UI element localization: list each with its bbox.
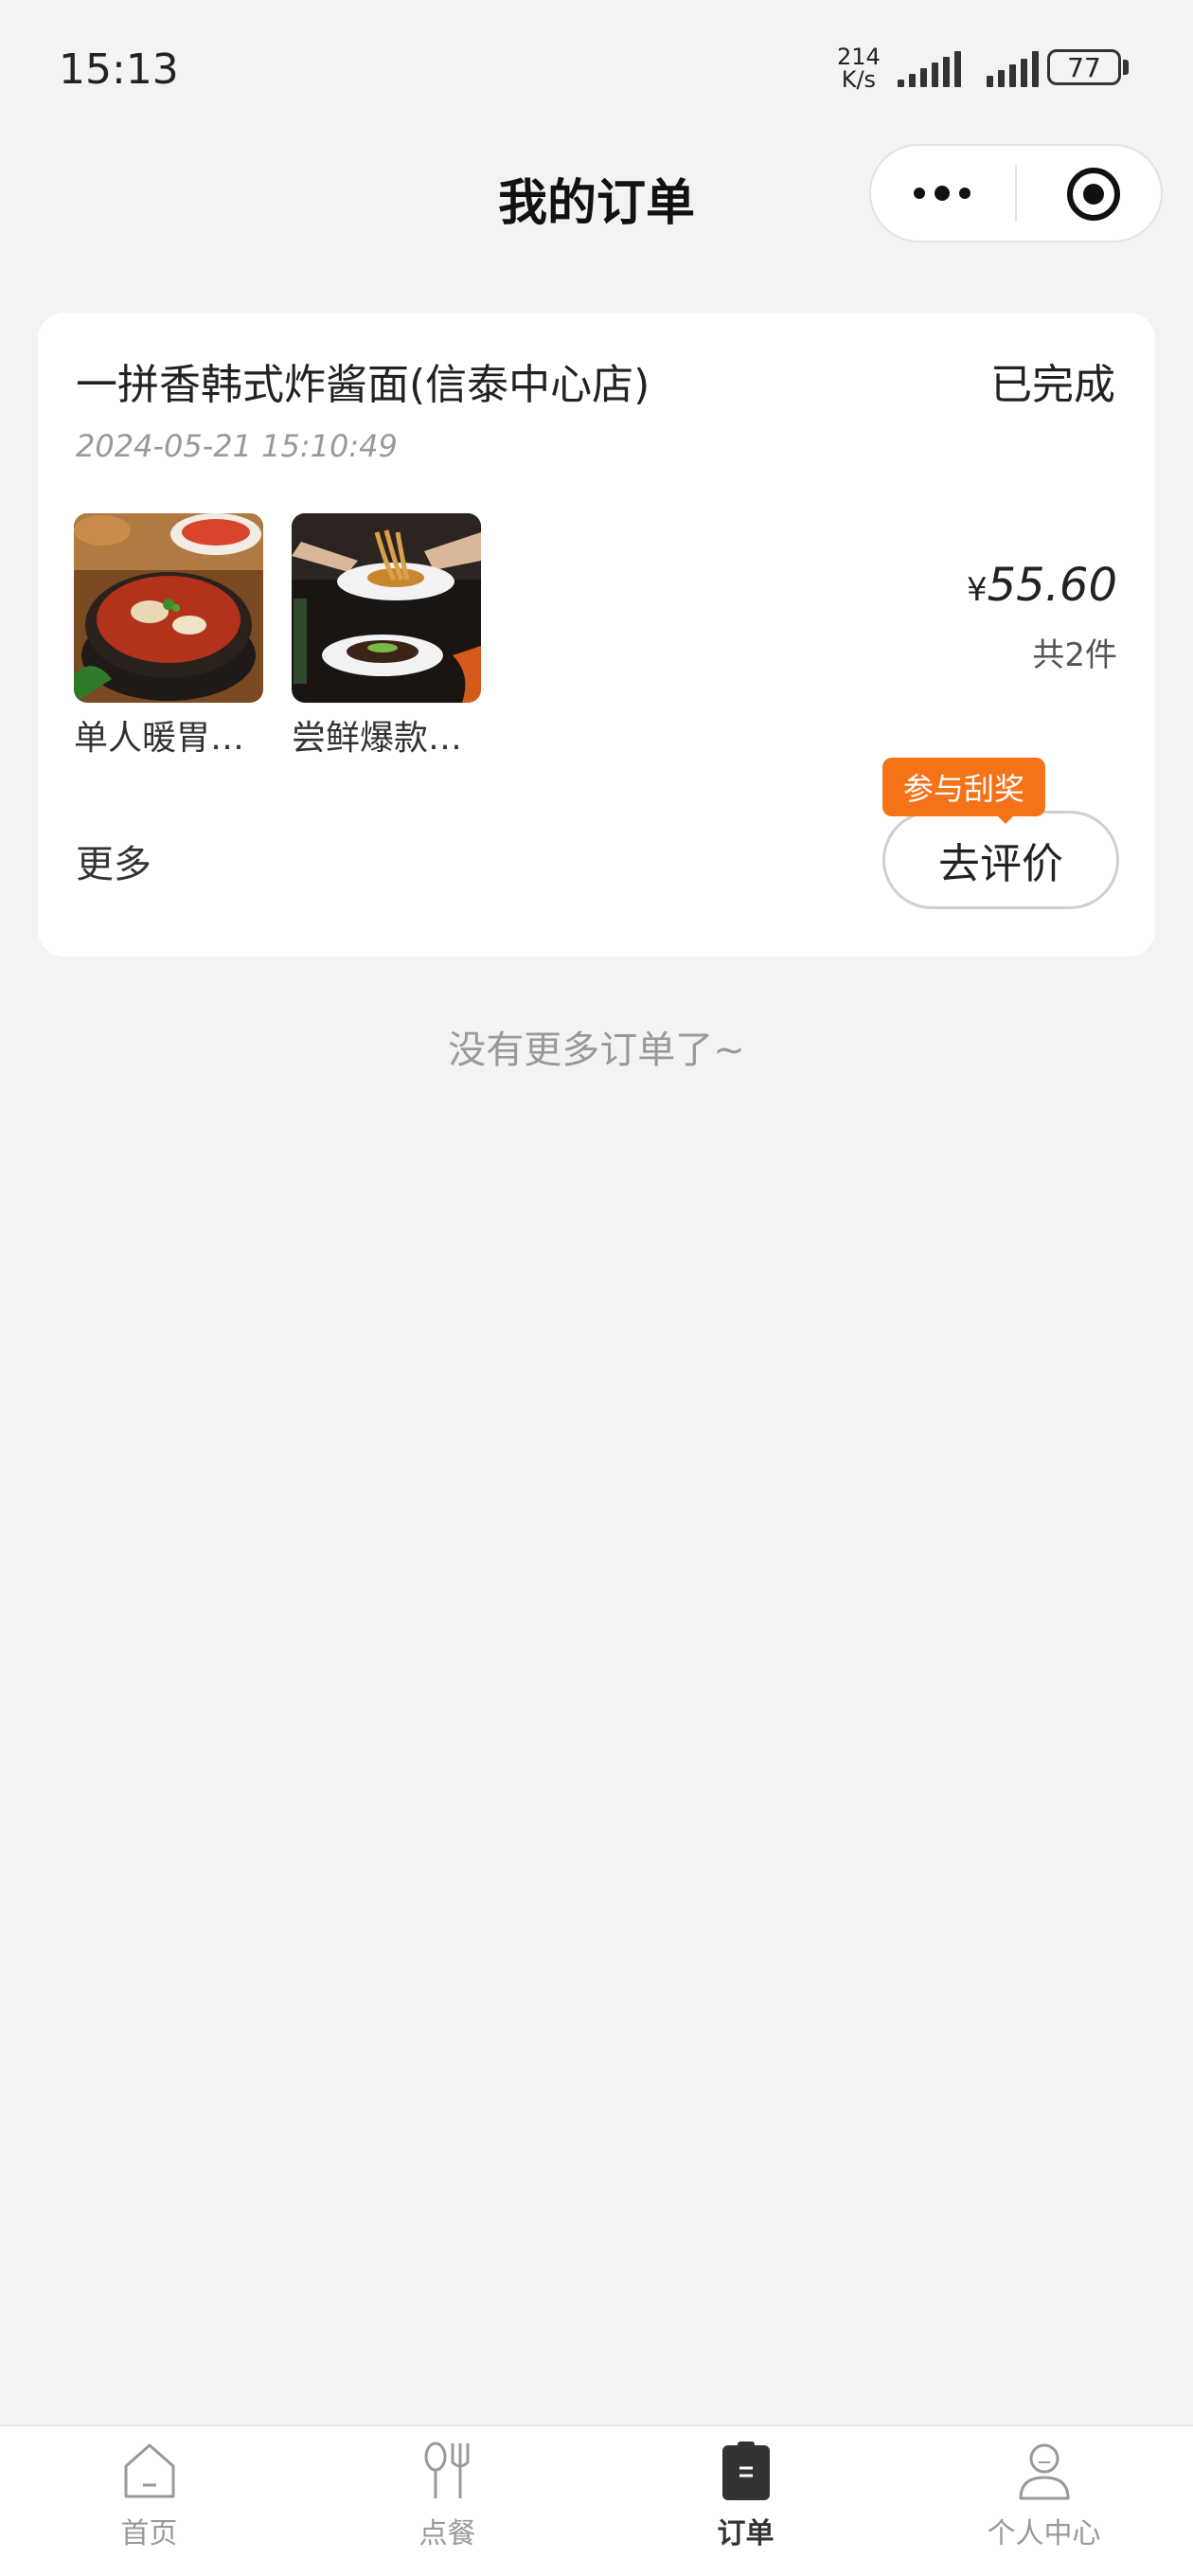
battery-icon: 77	[1047, 49, 1121, 85]
tab-orders[interactable]: 订单	[596, 2440, 895, 2563]
more-button[interactable]: 更多	[76, 833, 151, 888]
no-more-orders-text: 没有更多订单了~	[448, 1029, 745, 1072]
tab-label: 个人中心	[987, 2517, 1101, 2550]
user-icon	[1019, 2443, 1069, 2500]
item-image-noodles[interactable]	[292, 513, 481, 703]
fork-knife-icon	[424, 2442, 469, 2498]
lottery-badge-pointer	[996, 814, 1015, 824]
home-icon	[124, 2443, 174, 2498]
network-speed-value: 214	[837, 44, 881, 70]
item-image-stew[interactable]	[74, 513, 263, 703]
order-status: 已完成	[990, 361, 1115, 409]
tab-order-food[interactable]: 点餐	[298, 2440, 596, 2563]
target-icon[interactable]	[1066, 167, 1121, 222]
order-time: 2024-05-21 15:10:49	[76, 428, 398, 464]
network-speed-unit: K/s	[841, 66, 877, 93]
tab-label: 订单	[717, 2517, 775, 2550]
network-speed: 214 K/s	[837, 45, 881, 91]
review-button[interactable]: 去评价	[882, 811, 1119, 909]
order-clipboard-icon	[721, 2442, 770, 2500]
status-time: 15:13	[59, 45, 179, 94]
capsule-divider	[1015, 165, 1017, 222]
item-name: 尝鲜爆款…	[292, 719, 463, 758]
battery-tip	[1123, 60, 1129, 75]
battery-level: 77	[1067, 51, 1101, 83]
order-price: ¥55.60	[967, 559, 1117, 612]
signal-strength-icon	[898, 49, 961, 87]
currency-symbol: ¥	[966, 571, 988, 609]
store-name[interactable]: 一拼香韩式炸酱面(信泰中心店)	[76, 350, 650, 411]
lottery-badge[interactable]: 参与刮奖	[882, 758, 1045, 816]
signal-strength-icon-2	[987, 49, 1039, 87]
price-value: 55.60	[987, 559, 1117, 612]
more-dots-icon[interactable]	[909, 174, 975, 212]
tab-label: 点餐	[418, 2517, 476, 2550]
tab-home[interactable]: 首页	[0, 2440, 298, 2563]
tab-profile[interactable]: 个人中心	[895, 2440, 1193, 2563]
item-count: 共2件	[1032, 636, 1117, 674]
tab-label: 首页	[120, 2517, 178, 2550]
item-name: 单人暖胃…	[74, 719, 245, 758]
